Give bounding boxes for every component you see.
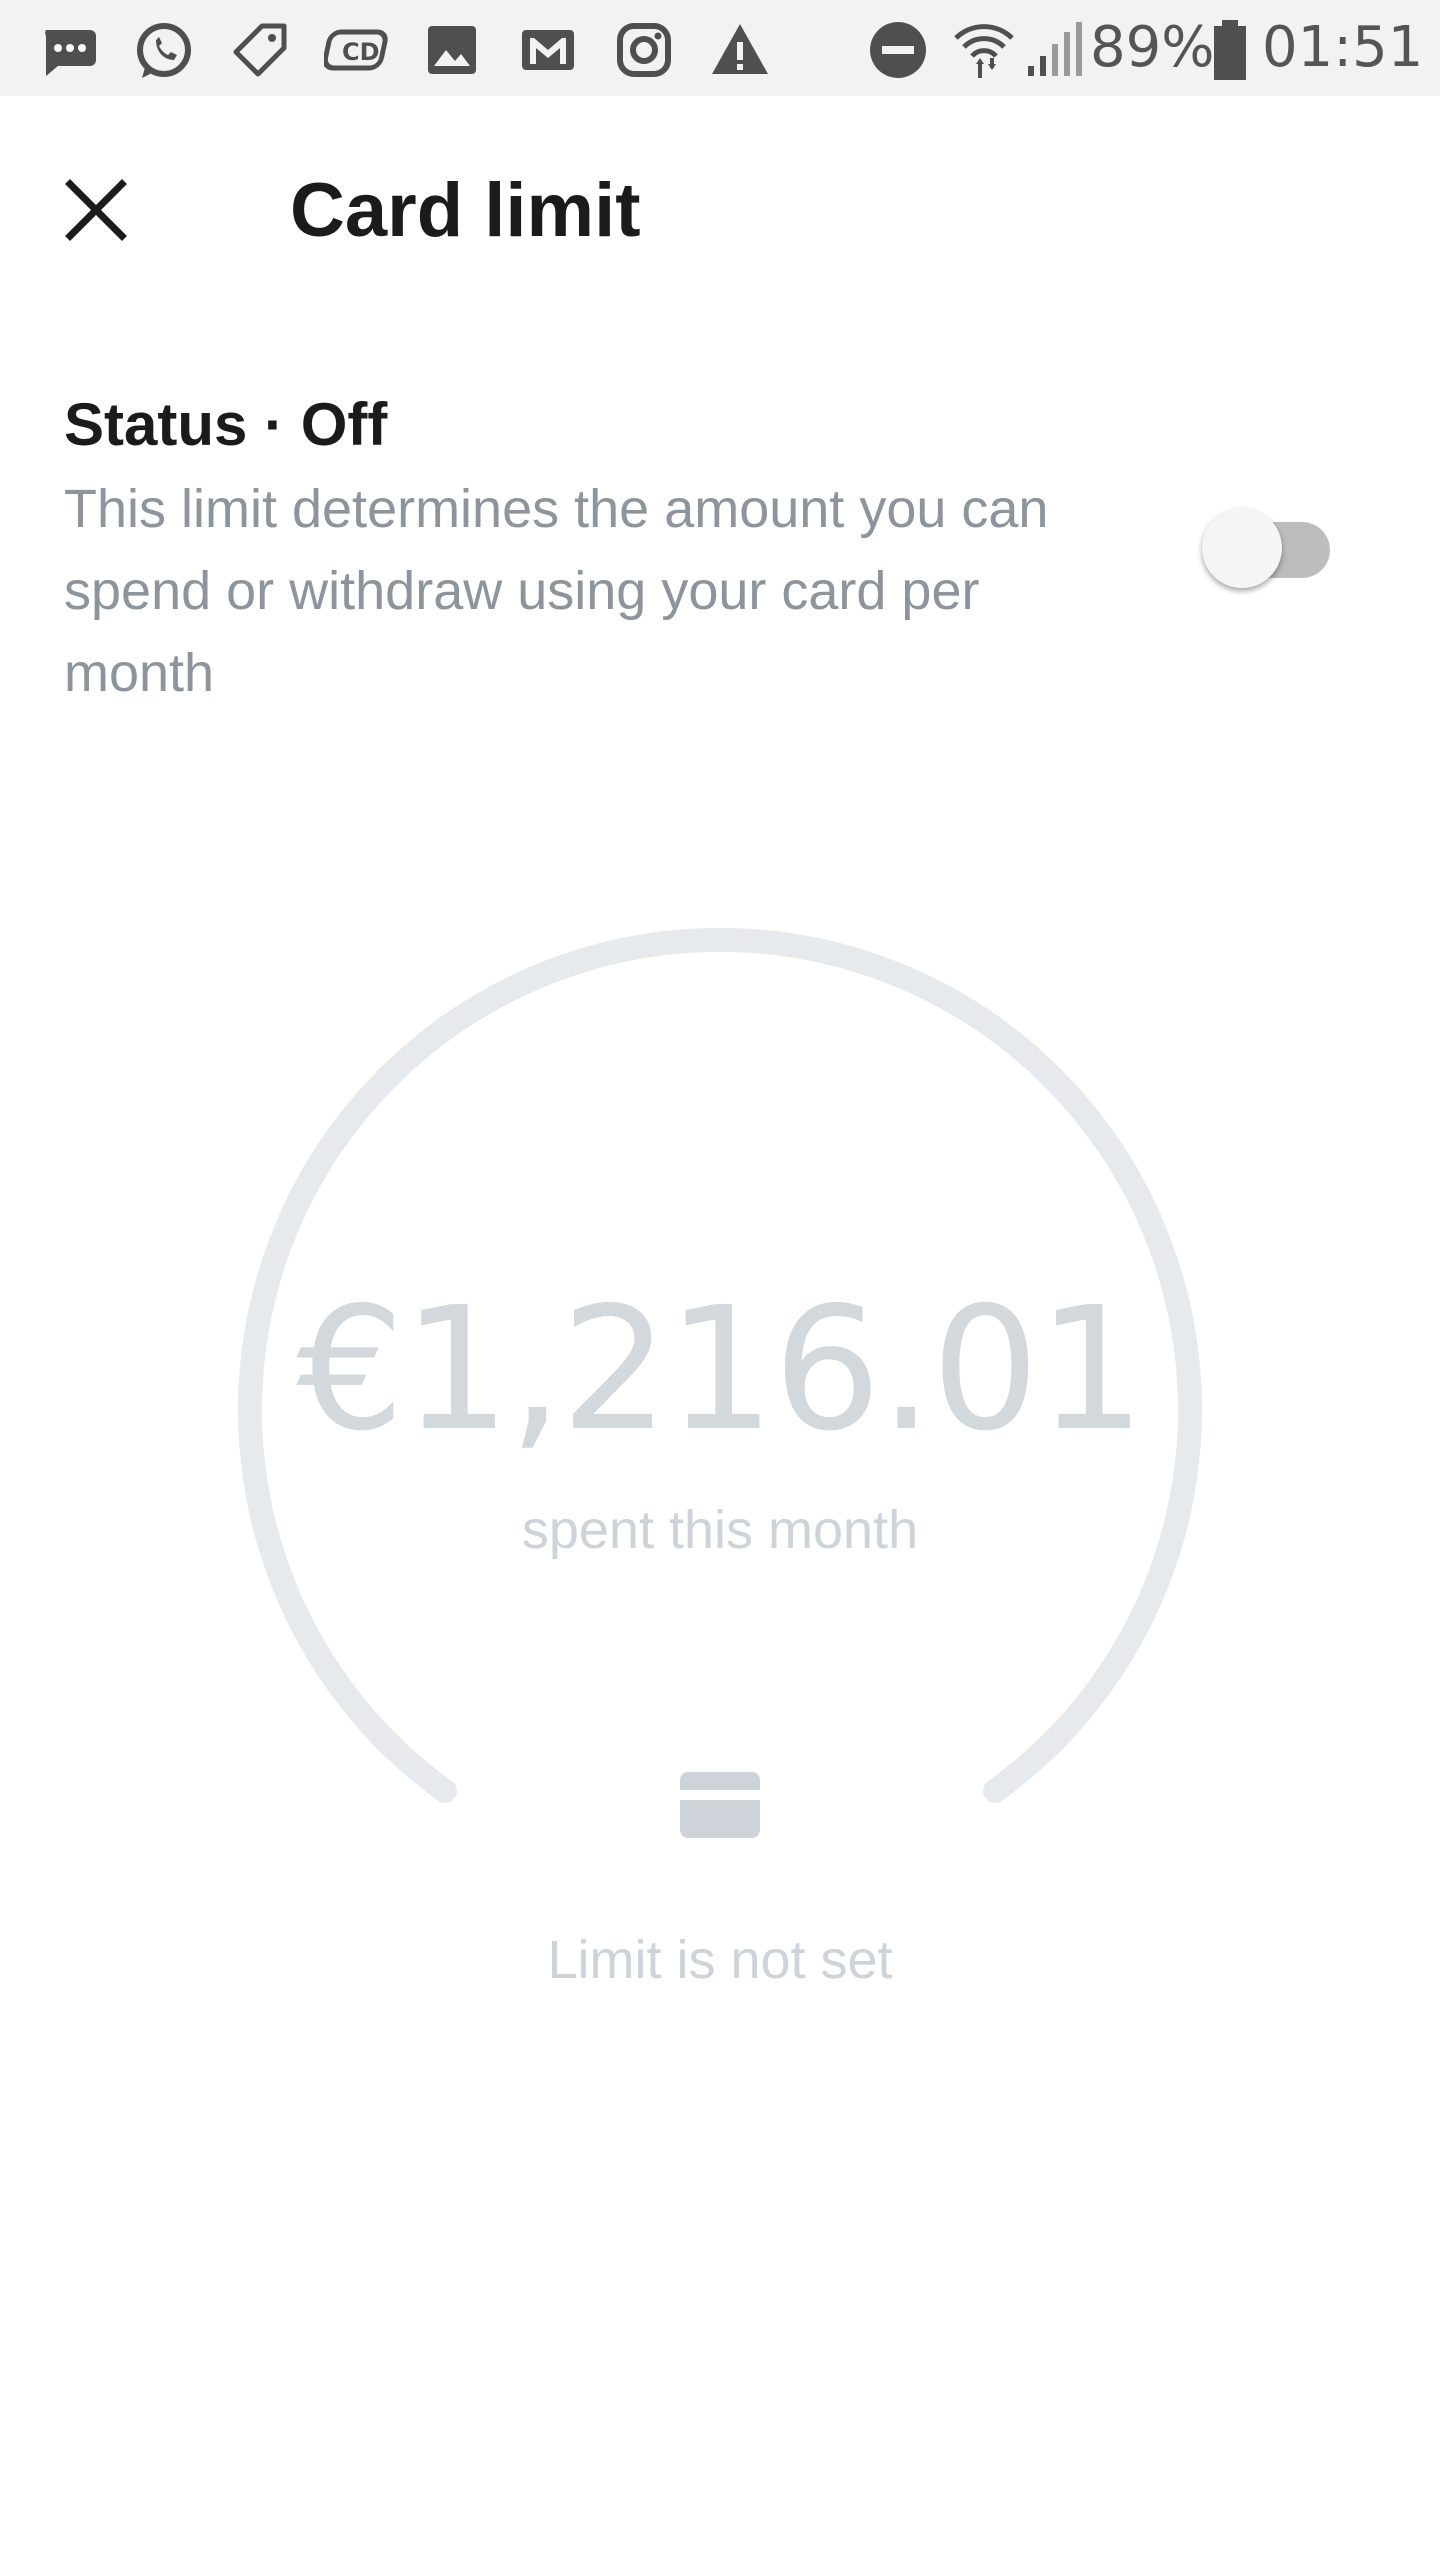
status-description: This limit determines the amount you can… bbox=[64, 479, 1049, 703]
limit-toggle[interactable] bbox=[1196, 500, 1336, 590]
whatsapp-icon bbox=[137, 23, 191, 78]
clock: 01:51 bbox=[1262, 15, 1424, 80]
limit-status-text: Limit is not set bbox=[547, 1930, 893, 1990]
signal-icon bbox=[1028, 22, 1082, 76]
gallery-icon bbox=[428, 26, 476, 74]
spent-caption: spent this month bbox=[521, 1500, 919, 1560]
status-label: Status · Off bbox=[64, 391, 388, 458]
status-bar: CD 89% 01:51 bbox=[0, 0, 1440, 96]
page-title: Card limit bbox=[290, 168, 641, 253]
instagram-icon bbox=[617, 23, 671, 77]
wifi-icon bbox=[954, 24, 1014, 78]
toggle-thumb bbox=[1202, 508, 1282, 588]
do-not-disturb-icon bbox=[870, 22, 926, 78]
gmail-icon bbox=[522, 30, 574, 70]
cd-icon: CD bbox=[324, 29, 388, 71]
spent-amount: €1,216.01 bbox=[296, 1271, 1145, 1469]
tag-icon bbox=[233, 23, 287, 77]
warning-icon bbox=[712, 24, 768, 74]
card-icon bbox=[680, 1772, 760, 1838]
battery-percent: 89% bbox=[1090, 15, 1215, 80]
svg-text:CD: CD bbox=[342, 38, 380, 66]
messages-icon bbox=[45, 30, 96, 76]
battery-icon bbox=[1214, 20, 1246, 80]
close-icon[interactable] bbox=[56, 170, 136, 250]
